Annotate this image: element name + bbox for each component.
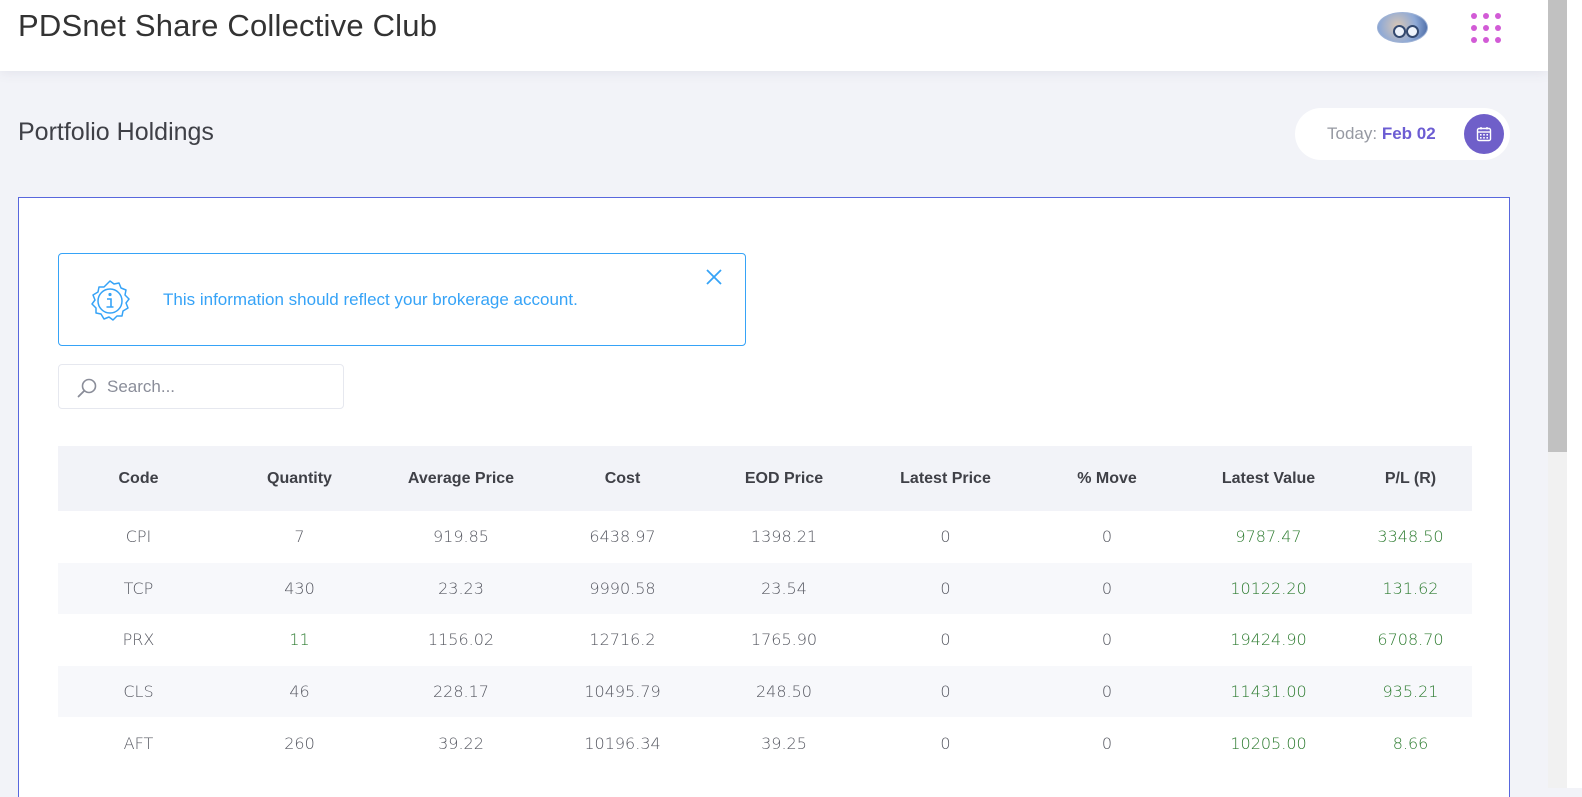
cell-quantity: 46 — [289, 682, 310, 702]
calendar-icon — [1476, 127, 1492, 142]
table-row[interactable]: AFT 260 39.22 10196.34 39.25 0 0 10205.0… — [58, 717, 1472, 769]
cell-latest-price: 0 — [940, 630, 951, 650]
cell-cost: 10495.79 — [584, 682, 661, 702]
scrollbar-thumb[interactable] — [1548, 0, 1567, 452]
cell-cost: 12716.2 — [589, 630, 656, 650]
cell-average-price: 39.22 — [438, 733, 484, 753]
cell-move: 0 — [1101, 578, 1113, 598]
cell-cost: 9990.58 — [589, 578, 656, 598]
cell-code: PRX — [122, 630, 155, 650]
alert-message: This information should reflect your bro… — [163, 290, 578, 309]
col-header-latest-price[interactable]: Latest Price — [865, 446, 1026, 511]
cell-move: 0 — [1101, 630, 1113, 650]
col-header-move[interactable]: % Move — [1026, 446, 1188, 511]
table-row[interactable]: TCP 430 23.23 9990.58 23.54 0 0 10122.20… — [58, 562, 1472, 615]
cell-eod-price: 1398.21 — [750, 527, 818, 547]
cell-latest-price: 0 — [940, 733, 951, 753]
col-header-pl[interactable]: P/L (R) — [1349, 446, 1472, 511]
cell-quantity: 7 — [294, 527, 305, 547]
today-label: Today: — [1327, 124, 1378, 143]
cell-latest-value: 10205.00 — [1230, 733, 1307, 753]
cell-pl: 131.62 — [1382, 578, 1439, 598]
alert-close-button[interactable] — [703, 266, 725, 288]
table-row[interactable]: CLS 46 228.17 10495.79 248.50 0 0 11431.… — [58, 665, 1472, 718]
cell-move: 0 — [1101, 733, 1113, 753]
cell-eod-price: 1765.90 — [750, 630, 818, 650]
close-icon — [706, 269, 722, 285]
page-title: Portfolio Holdings — [18, 118, 214, 146]
today-date-label: Today: Feb 02 — [1327, 124, 1436, 144]
search-input[interactable] — [107, 373, 332, 401]
cell-pl: 6708.70 — [1377, 630, 1444, 650]
today-date-pill: Today: Feb 02 — [1295, 108, 1510, 160]
cell-latest-price: 0 — [940, 527, 951, 547]
cell-quantity: 260 — [284, 733, 315, 753]
table-row[interactable]: CPI 7 919.85 6438.97 1398.21 0 0 9787.47… — [58, 511, 1472, 563]
cell-average-price: 1156.02 — [427, 630, 495, 650]
table-row[interactable]: PRX 11 1156.02 12716.2 1765.90 0 0 19424… — [58, 614, 1472, 666]
cell-quantity: 430 — [284, 578, 315, 598]
cell-code: CPI — [125, 527, 152, 547]
cell-move: 0 — [1101, 682, 1113, 702]
cell-eod-price: 23.54 — [761, 578, 807, 598]
app-title[interactable]: PDSnet Share Collective Club — [18, 8, 437, 44]
cell-code: AFT — [123, 733, 154, 753]
cell-latest-value: 19424.90 — [1230, 630, 1307, 650]
user-avatar[interactable] — [1377, 12, 1428, 43]
scrollbar-gutter — [1567, 0, 1582, 788]
avatar-glasses-right — [1406, 25, 1419, 38]
info-alert: This information should reflect your bro… — [58, 253, 746, 346]
cell-average-price: 228.17 — [433, 682, 489, 702]
cell-move: 0 — [1101, 527, 1113, 547]
cell-average-price: 23.23 — [438, 578, 484, 598]
info-icon — [91, 280, 130, 321]
calendar-button[interactable] — [1464, 114, 1504, 154]
avatar-glasses-left — [1393, 25, 1406, 38]
col-header-eod-price[interactable]: EOD Price — [703, 446, 865, 511]
today-value: Feb 02 — [1381, 124, 1436, 143]
cell-latest-price: 0 — [940, 682, 951, 702]
table-header-row: Code Quantity Average Price Cost EOD Pri… — [58, 446, 1472, 511]
col-header-code[interactable]: Code — [58, 446, 219, 511]
col-header-latest-value[interactable]: Latest Value — [1188, 446, 1349, 511]
col-header-average-price[interactable]: Average Price — [380, 446, 542, 511]
col-header-cost[interactable]: Cost — [542, 446, 703, 511]
cell-latest-value: 9787.47 — [1235, 527, 1302, 547]
cell-average-price: 919.85 — [433, 527, 489, 547]
cell-latest-price: 0 — [940, 578, 951, 598]
apps-grid-icon[interactable] — [1471, 13, 1501, 43]
cell-pl: 935.21 — [1382, 682, 1439, 702]
cell-cost: 6438.97 — [589, 527, 656, 547]
cell-cost: 10196.34 — [584, 733, 661, 753]
cell-eod-price: 39.25 — [761, 733, 807, 753]
cell-code: TCP — [123, 578, 154, 598]
cell-latest-value: 11431.00 — [1230, 682, 1307, 702]
search-box — [58, 364, 344, 409]
cell-latest-value: 10122.20 — [1230, 578, 1307, 598]
holdings-card: This information should reflect your bro… — [18, 197, 1510, 797]
cell-pl: 8.66 — [1392, 733, 1429, 753]
col-header-quantity[interactable]: Quantity — [219, 446, 380, 511]
cell-code: CLS — [123, 682, 154, 702]
search-icon — [77, 378, 97, 398]
cell-eod-price: 248.50 — [756, 682, 812, 702]
cell-pl: 3348.50 — [1377, 527, 1444, 547]
cell-quantity: 11 — [289, 630, 310, 650]
page-scrollbar[interactable] — [1548, 0, 1582, 788]
holdings-table: Code Quantity Average Price Cost EOD Pri… — [58, 446, 1472, 769]
top-bar: PDSnet Share Collective Club — [0, 0, 1548, 71]
